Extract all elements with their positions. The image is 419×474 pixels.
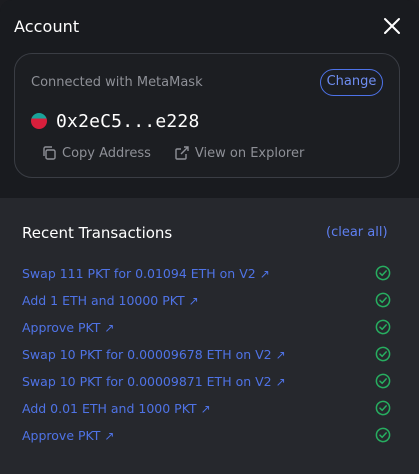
transaction-link[interactable]: Add 1 ETH and 10000 PKT ↗	[22, 293, 199, 308]
check-circle-icon	[375, 346, 391, 362]
change-wallet-button[interactable]: Change	[320, 69, 383, 96]
check-circle-icon	[375, 373, 391, 389]
check-circle-icon	[375, 427, 391, 443]
account-modal: Account Connected with MetaMask Change 0…	[0, 0, 419, 474]
transaction-link[interactable]: Approve PKT ↗	[22, 320, 114, 335]
close-button[interactable]	[383, 17, 401, 35]
list-item: Add 0.01 ETH and 1000 PKT ↗	[22, 395, 394, 422]
external-link-icon	[175, 146, 189, 160]
account-card: Connected with MetaMask Change 0x2eC5...…	[14, 53, 400, 178]
transaction-list: Swap 111 PKT for 0.01094 ETH on V2 ↗ Add…	[22, 260, 394, 449]
transaction-label: Swap 10 PKT for 0.00009871 ETH on V2	[22, 374, 272, 389]
list-item: Approve PKT ↗	[22, 422, 394, 449]
transaction-link[interactable]: Approve PKT ↗	[22, 428, 114, 443]
view-explorer-label: View on Explorer	[194, 145, 305, 161]
arrow-up-right-icon: ↗	[275, 374, 286, 389]
transaction-label: Add 1 ETH and 10000 PKT	[22, 293, 185, 308]
list-item: Add 1 ETH and 10000 PKT ↗	[22, 287, 394, 314]
avatar	[31, 113, 47, 129]
view-explorer-link[interactable]: View on Explorer	[174, 145, 304, 161]
list-item: Swap 10 PKT for 0.00009871 ETH on V2 ↗	[22, 368, 394, 395]
transaction-link[interactable]: Swap 10 PKT for 0.00009871 ETH on V2 ↗	[22, 374, 286, 389]
wallet-address: 0x2eC5...e228	[56, 110, 200, 132]
arrow-up-right-icon: ↗	[188, 293, 199, 308]
arrow-up-right-icon: ↗	[104, 320, 115, 335]
check-circle-icon	[375, 400, 391, 416]
transaction-link[interactable]: Swap 10 PKT for 0.00009678 ETH on V2 ↗	[22, 347, 286, 362]
connected-wallet-label: Connected with MetaMask	[31, 75, 203, 90]
check-circle-icon	[375, 265, 391, 281]
account-actions: Copy Address View on Explorer	[41, 144, 304, 162]
copy-icon	[43, 146, 56, 160]
transaction-label: Swap 111 PKT for 0.01094 ETH on V2	[22, 266, 256, 281]
transaction-label: Approve PKT	[22, 428, 101, 443]
recent-transactions-panel: Recent Transactions (clear all) Swap 111…	[0, 198, 419, 474]
account-section: Account Connected with MetaMask Change 0…	[0, 0, 419, 198]
check-circle-icon	[375, 292, 391, 308]
transaction-label: Approve PKT	[22, 320, 101, 335]
arrow-up-right-icon: ↗	[104, 428, 115, 443]
list-item: Swap 111 PKT for 0.01094 ETH on V2 ↗	[22, 260, 394, 287]
transaction-label: Swap 10 PKT for 0.00009678 ETH on V2	[22, 347, 272, 362]
close-icon	[384, 18, 400, 34]
copy-address-label: Copy Address	[62, 145, 151, 161]
list-item: Swap 10 PKT for 0.00009678 ETH on V2 ↗	[22, 341, 394, 368]
copy-address-button[interactable]: Copy Address	[41, 145, 151, 161]
arrow-up-right-icon: ↗	[259, 266, 270, 281]
recent-transactions-title: Recent Transactions	[22, 224, 173, 242]
transaction-label: Add 0.01 ETH and 1000 PKT	[22, 401, 197, 416]
transaction-link[interactable]: Add 0.01 ETH and 1000 PKT ↗	[22, 401, 211, 416]
modal-title: Account	[14, 17, 80, 36]
transaction-link[interactable]: Swap 111 PKT for 0.01094 ETH on V2 ↗	[22, 266, 270, 281]
arrow-up-right-icon: ↗	[200, 401, 211, 416]
clear-all-button[interactable]: (clear all)	[326, 225, 388, 240]
address-row: 0x2eC5...e228	[31, 109, 199, 133]
list-item: Approve PKT ↗	[22, 314, 394, 341]
arrow-up-right-icon: ↗	[275, 347, 286, 362]
check-circle-icon	[375, 319, 391, 335]
